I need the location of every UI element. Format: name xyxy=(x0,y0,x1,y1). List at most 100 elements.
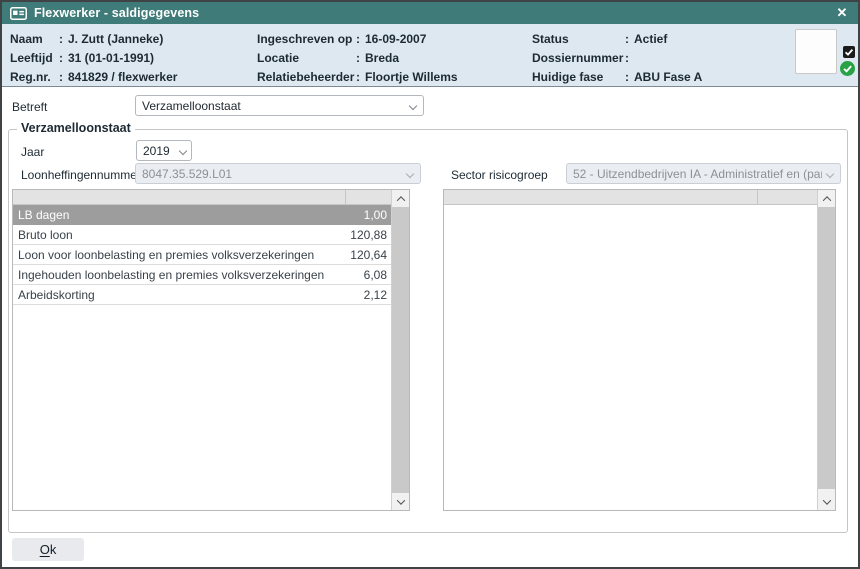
saldi-table-body: LB dagen 1,00 Bruto loon 120,88 Loon voo… xyxy=(13,190,391,510)
scroll-up-button[interactable] xyxy=(818,190,835,207)
sector-risicogroep-label: Sector risicogroep xyxy=(451,168,548,182)
chevron-down-icon xyxy=(409,102,417,110)
table-row[interactable]: Arbeidskorting 2,12 xyxy=(13,285,391,305)
chevron-down-icon xyxy=(396,496,404,504)
field-label: Ingeschreven op xyxy=(257,32,356,46)
saldi-table: LB dagen 1,00 Bruto loon 120,88 Loon voo… xyxy=(12,189,410,511)
scroll-down-button[interactable] xyxy=(392,493,409,510)
status-ok-check-icon xyxy=(840,61,855,76)
row-value-cell: 120,64 xyxy=(345,248,391,262)
betreft-dropdown-value: Verzamelloonstaat xyxy=(142,99,241,113)
id-card-icon xyxy=(10,7,27,20)
sector-table xyxy=(443,189,836,511)
loonheffingennummer-dropdown-value: 8047.35.529.L01 xyxy=(142,167,232,181)
loonheffingennummer-dropdown: 8047.35.529.L01 xyxy=(135,163,421,184)
chevron-down-icon xyxy=(822,496,830,504)
row-label-cell: LB dagen xyxy=(13,208,345,222)
ok-button[interactable]: Ok xyxy=(12,538,84,561)
table-header-row xyxy=(13,190,391,205)
info-column-3: Status : Actief Dossiernummer : Huidige … xyxy=(532,29,702,86)
chevron-down-icon xyxy=(179,147,187,155)
info-row-huidige-fase: Huidige fase : ABU Fase A xyxy=(532,67,702,86)
sector-risicogroep-dropdown: 52 - Uitzendbedrijven IA - Administratie… xyxy=(566,163,841,184)
field-value: ABU Fase A xyxy=(634,70,702,84)
field-value: 841829 / flexwerker xyxy=(68,70,177,84)
ok-button-accelerator: O xyxy=(40,542,50,557)
jaar-dropdown[interactable]: 2019 xyxy=(136,140,192,161)
separator: : xyxy=(356,51,360,65)
header-cell-value xyxy=(757,190,817,204)
info-row-status: Status : Actief xyxy=(532,29,702,48)
groupbox-legend: Verzamelloonstaat xyxy=(17,121,135,135)
chevron-up-icon xyxy=(396,196,404,204)
separator: : xyxy=(59,32,63,46)
field-value: Floortje Willems xyxy=(365,70,458,84)
field-label: Relatiebeheerder xyxy=(257,70,356,84)
row-label-cell: Loon voor loonbelasting en premies volks… xyxy=(13,248,345,262)
separator: : xyxy=(625,51,629,65)
header-cell-name xyxy=(13,190,345,204)
verzamelloonstaat-groupbox: Verzamelloonstaat Jaar 2019 Loonheffinge… xyxy=(8,129,848,533)
vertical-scrollbar[interactable] xyxy=(391,190,409,510)
field-label: Status xyxy=(532,32,625,46)
field-value: J. Zutt (Janneke) xyxy=(68,32,163,46)
info-row-regnr: Reg.nr. : 841829 / flexwerker xyxy=(10,67,177,86)
info-row-leeftijd: Leeftijd : 31 (01-01-1991) xyxy=(10,48,177,67)
jaar-label: Jaar xyxy=(21,145,44,159)
field-value: Breda xyxy=(365,51,399,65)
chevron-down-icon xyxy=(406,170,414,178)
header-cell-name xyxy=(444,190,757,204)
field-label: Locatie xyxy=(257,51,356,65)
sector-risicogroep-dropdown-value: 52 - Uitzendbedrijven IA - Administratie… xyxy=(573,167,822,181)
close-icon[interactable]: ✕ xyxy=(832,2,852,24)
dialog-window: Flexwerker - saldigegevens ✕ Naam : J. Z… xyxy=(0,0,860,569)
scrollbar-thumb[interactable] xyxy=(818,207,835,489)
title-bar[interactable]: Flexwerker - saldigegevens ✕ xyxy=(2,2,858,24)
table-row[interactable]: Loon voor loonbelasting en premies volks… xyxy=(13,245,391,265)
table-row[interactable]: Bruto loon 120,88 xyxy=(13,225,391,245)
separator: : xyxy=(59,51,63,65)
field-label: Dossiernummer xyxy=(532,51,625,65)
vertical-scrollbar[interactable] xyxy=(817,190,835,510)
checked-checkbox-icon[interactable] xyxy=(843,45,855,57)
separator: : xyxy=(59,70,63,84)
info-row-locatie: Locatie : Breda xyxy=(257,48,458,67)
row-label-cell: Ingehouden loonbelasting en premies volk… xyxy=(13,268,345,282)
person-info-band: Naam : J. Zutt (Janneke) Leeftijd : 31 (… xyxy=(2,24,858,87)
row-label-cell: Arbeidskorting xyxy=(13,288,345,302)
info-row-ingeschreven: Ingeschreven op : 16-09-2007 xyxy=(257,29,458,48)
table-row[interactable]: LB dagen 1,00 xyxy=(13,205,391,225)
separator: : xyxy=(625,32,629,46)
chevron-up-icon xyxy=(822,196,830,204)
separator: : xyxy=(356,32,360,46)
row-label-cell: Bruto loon xyxy=(13,228,345,242)
info-row-naam: Naam : J. Zutt (Janneke) xyxy=(10,29,177,48)
field-value: 31 (01-01-1991) xyxy=(68,51,154,65)
betreft-dropdown[interactable]: Verzamelloonstaat xyxy=(135,95,424,116)
separator: : xyxy=(356,70,360,84)
header-cell-value xyxy=(345,190,391,204)
loonheffingennummer-label: Loonheffingennummer xyxy=(21,168,141,182)
photo-placeholder xyxy=(795,29,837,74)
row-value-cell: 120,88 xyxy=(345,228,391,242)
betreft-label: Betreft xyxy=(12,100,47,114)
table-row[interactable]: Ingehouden loonbelasting en premies volk… xyxy=(13,265,391,285)
info-column-1: Naam : J. Zutt (Janneke) Leeftijd : 31 (… xyxy=(10,29,177,86)
separator: : xyxy=(625,70,629,84)
field-label: Huidige fase xyxy=(532,70,625,84)
row-value-cell: 2,12 xyxy=(345,288,391,302)
field-label: Leeftijd xyxy=(10,51,59,65)
chevron-down-icon xyxy=(826,170,834,178)
ok-button-label-rest: k xyxy=(50,542,57,557)
field-value: 16-09-2007 xyxy=(365,32,426,46)
field-label: Reg.nr. xyxy=(10,70,59,84)
field-value: Actief xyxy=(634,32,667,46)
info-column-2: Ingeschreven op : 16-09-2007 Locatie : B… xyxy=(257,29,458,86)
info-row-dossiernummer: Dossiernummer : xyxy=(532,48,702,67)
row-value-cell: 1,00 xyxy=(345,208,391,222)
scrollbar-thumb[interactable] xyxy=(392,207,409,493)
scroll-up-button[interactable] xyxy=(392,190,409,207)
info-row-relatiebeheerder: Relatiebeheerder : Floortje Willems xyxy=(257,67,458,86)
field-label: Naam xyxy=(10,32,59,46)
scroll-down-button[interactable] xyxy=(818,493,835,510)
